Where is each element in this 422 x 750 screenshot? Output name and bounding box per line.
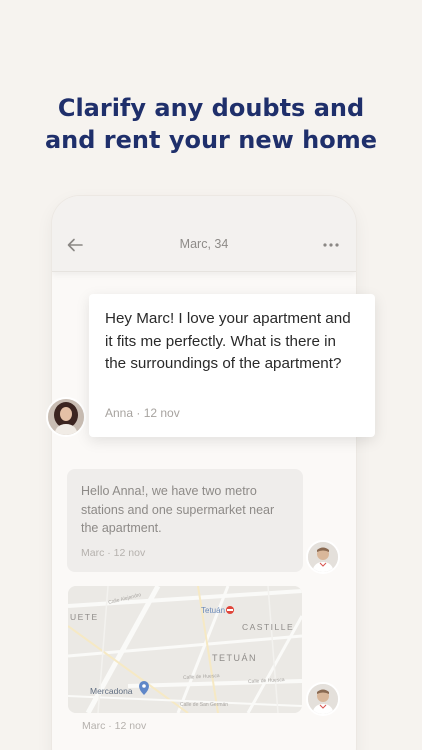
message-meta: Marc · 12 nov bbox=[82, 720, 147, 732]
map-label-tetuan-station: Tetuán bbox=[201, 606, 226, 615]
map-label-uete: UETE bbox=[70, 612, 99, 622]
avatar-anna bbox=[46, 397, 86, 437]
map-label-tetuan-district: TETUÁN bbox=[212, 653, 257, 663]
headline-line-1: Clarify any doubts and bbox=[57, 94, 365, 122]
person-avatar-icon bbox=[308, 542, 338, 572]
avatar-marc bbox=[306, 540, 340, 574]
person-avatar-icon bbox=[308, 684, 338, 714]
message-text: Hey Marc! I love your apartment and it f… bbox=[105, 310, 351, 372]
headline-line-2: and rent your new home bbox=[44, 126, 377, 154]
chat-title: Marc, 34 bbox=[179, 237, 229, 251]
map-message[interactable]: Tetuán UETE CASTILLE TETUÁN Mercadona Ca… bbox=[68, 586, 302, 713]
map-label-street: Calle de San Germán bbox=[180, 702, 229, 708]
message-meta: Marc · 12 nov bbox=[81, 547, 146, 559]
avatar-marc bbox=[306, 682, 340, 716]
map-label-castille: CASTILLE bbox=[242, 622, 295, 632]
message-bubble-anna: Hey Marc! I love your apartment and it f… bbox=[89, 294, 375, 437]
chat-header: Marc, 34 bbox=[52, 196, 356, 272]
message-text: Hello Anna!, we have two metro stations … bbox=[81, 484, 275, 535]
map-label-mercadona: Mercadona bbox=[90, 686, 133, 696]
message-bubble-marc: Hello Anna!, we have two metro stations … bbox=[67, 469, 303, 572]
message-meta: Anna · 12 nov bbox=[105, 406, 180, 420]
more-dots-icon[interactable] bbox=[322, 238, 340, 252]
headline: Clarify any doubts and and rent your new… bbox=[0, 92, 422, 156]
person-avatar-icon bbox=[48, 399, 84, 435]
